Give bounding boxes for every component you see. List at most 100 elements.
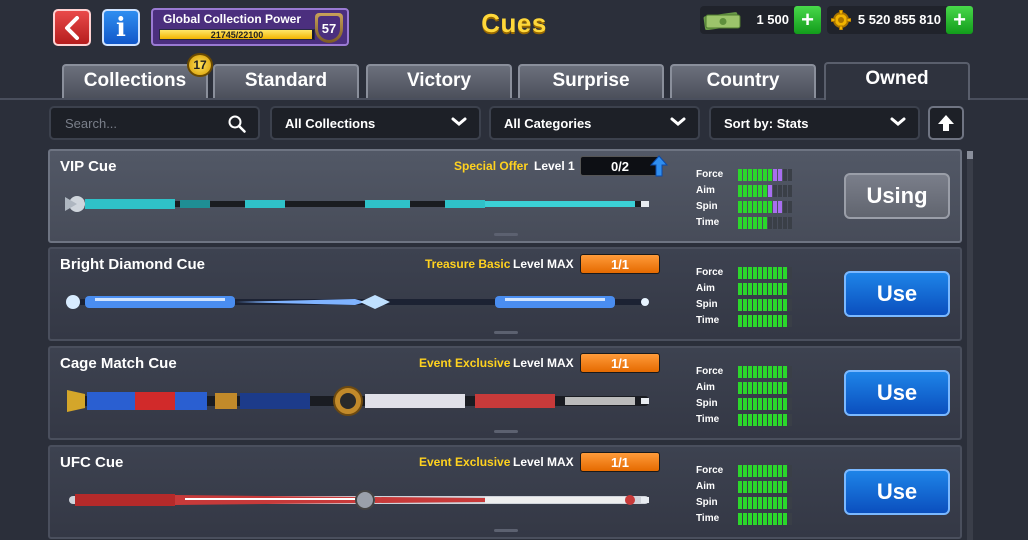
stat-segment: [748, 201, 752, 213]
stat-segment: [778, 414, 782, 426]
cue-rarity: Special Offer: [454, 159, 529, 173]
stat-segment: [773, 217, 777, 229]
list-scrollbar[interactable]: [967, 151, 973, 540]
stat-segment: [778, 382, 782, 394]
tab-country[interactable]: Country: [670, 64, 816, 98]
stat-segment: [753, 267, 757, 279]
cue-rarity: Treasure Basic: [425, 257, 511, 271]
cue-row-cage-match[interactable]: Cage Match Cue Event Exclusive Level MAX…: [48, 346, 962, 440]
stat-segment: [768, 169, 772, 181]
using-button[interactable]: Using: [844, 173, 950, 219]
stat-force: Force: [696, 265, 806, 281]
use-button[interactable]: Use: [844, 370, 950, 416]
cue-rarity: Event Exclusive: [419, 455, 511, 469]
stat-segment: [773, 201, 777, 213]
sort-order-button[interactable]: [928, 106, 964, 140]
stat-segment: [788, 465, 792, 477]
stat-segment: [743, 465, 747, 477]
stat-segment: [758, 217, 762, 229]
stat-segment: [738, 366, 742, 378]
stat-segment: [788, 267, 792, 279]
cue-list[interactable]: VIP Cue Special Offer Level 1 0/2 Force A…: [48, 149, 962, 540]
tab-owned[interactable]: Owned: [824, 62, 970, 100]
stat-segment: [763, 398, 767, 410]
stat-segment: [748, 465, 752, 477]
category-filter-dropdown[interactable]: All Categories: [489, 106, 700, 140]
stat-force: Force: [696, 463, 806, 479]
coins-value: 5 520 855 810: [857, 12, 941, 27]
stat-segment: [768, 382, 772, 394]
stat-segment: [773, 513, 777, 525]
stat-segment: [763, 299, 767, 311]
stat-segment: [773, 185, 777, 197]
stat-segment: [768, 414, 772, 426]
cue-name: UFC Cue: [60, 454, 124, 471]
add-coins-button[interactable]: +: [946, 6, 973, 34]
stat-segment: [783, 217, 787, 229]
stat-segment: [763, 497, 767, 509]
stat-segment: [743, 299, 747, 311]
row-handle: [494, 430, 518, 433]
use-button[interactable]: Use: [844, 271, 950, 317]
use-button[interactable]: Use: [844, 469, 950, 515]
tab-standard[interactable]: Standard: [213, 64, 359, 98]
stat-segment: [758, 497, 762, 509]
stat-segment: [788, 299, 792, 311]
stat-segment: [738, 465, 742, 477]
search-input[interactable]: Search...: [49, 106, 260, 140]
stat-segment: [768, 267, 772, 279]
tab-surprise[interactable]: Surprise: [518, 64, 664, 98]
scrollbar-thumb[interactable]: [967, 151, 973, 159]
stat-segment: [783, 398, 787, 410]
stat-label: Force: [696, 169, 724, 180]
cue-row-bright-diamond[interactable]: Bright Diamond Cue Treasure Basic Level …: [48, 247, 962, 341]
stat-segment: [778, 217, 782, 229]
stat-segment: [758, 414, 762, 426]
stat-segment: [773, 481, 777, 493]
stat-segment: [768, 497, 772, 509]
stat-label: Spin: [696, 201, 718, 212]
cue-stats: Force Aim Spin Time: [696, 265, 806, 329]
stat-segment: [753, 382, 757, 394]
stat-bar: [738, 169, 792, 181]
stat-segment: [738, 201, 742, 213]
stat-segment: [758, 481, 762, 493]
stat-segment: [758, 267, 762, 279]
tab-victory[interactable]: Victory: [366, 64, 512, 98]
stat-segment: [768, 481, 772, 493]
stat-segment: [758, 299, 762, 311]
stat-bar: [738, 185, 792, 197]
stat-time: Time: [696, 215, 806, 231]
cue-level: Level 1: [534, 159, 575, 173]
stat-segment: [753, 185, 757, 197]
stat-segment: [778, 267, 782, 279]
stat-segment: [778, 283, 782, 295]
cue-row-ufc[interactable]: UFC Cue Event Exclusive Level MAX 1/1 Fo…: [48, 445, 962, 539]
cue-stats: Force Aim Spin Time: [696, 167, 806, 231]
stat-segment: [763, 217, 767, 229]
stat-segment: [753, 315, 757, 327]
stat-segment: [788, 217, 792, 229]
stat-segment: [778, 201, 782, 213]
stat-segment: [758, 465, 762, 477]
category-filter-value: All Categories: [504, 116, 592, 131]
stat-segment: [773, 382, 777, 394]
cue-row-vip[interactable]: VIP Cue Special Offer Level 1 0/2 Force A…: [48, 149, 962, 243]
stat-segment: [738, 217, 742, 229]
stat-bar: [738, 497, 792, 509]
stat-segment: [738, 169, 742, 181]
stat-label: Force: [696, 366, 724, 377]
add-cash-button[interactable]: +: [794, 6, 821, 34]
stat-segment: [773, 283, 777, 295]
stat-segment: [778, 398, 782, 410]
stat-segment: [753, 497, 757, 509]
sort-dropdown[interactable]: Sort by: Stats: [709, 106, 920, 140]
stat-segment: [758, 201, 762, 213]
stat-segment: [778, 481, 782, 493]
tab-collections[interactable]: Collections: [62, 64, 208, 98]
stat-segment: [758, 315, 762, 327]
collection-filter-dropdown[interactable]: All Collections: [270, 106, 481, 140]
chevron-down-icon: [670, 117, 686, 126]
cue-name: Bright Diamond Cue: [60, 256, 205, 273]
stat-segment: [778, 465, 782, 477]
